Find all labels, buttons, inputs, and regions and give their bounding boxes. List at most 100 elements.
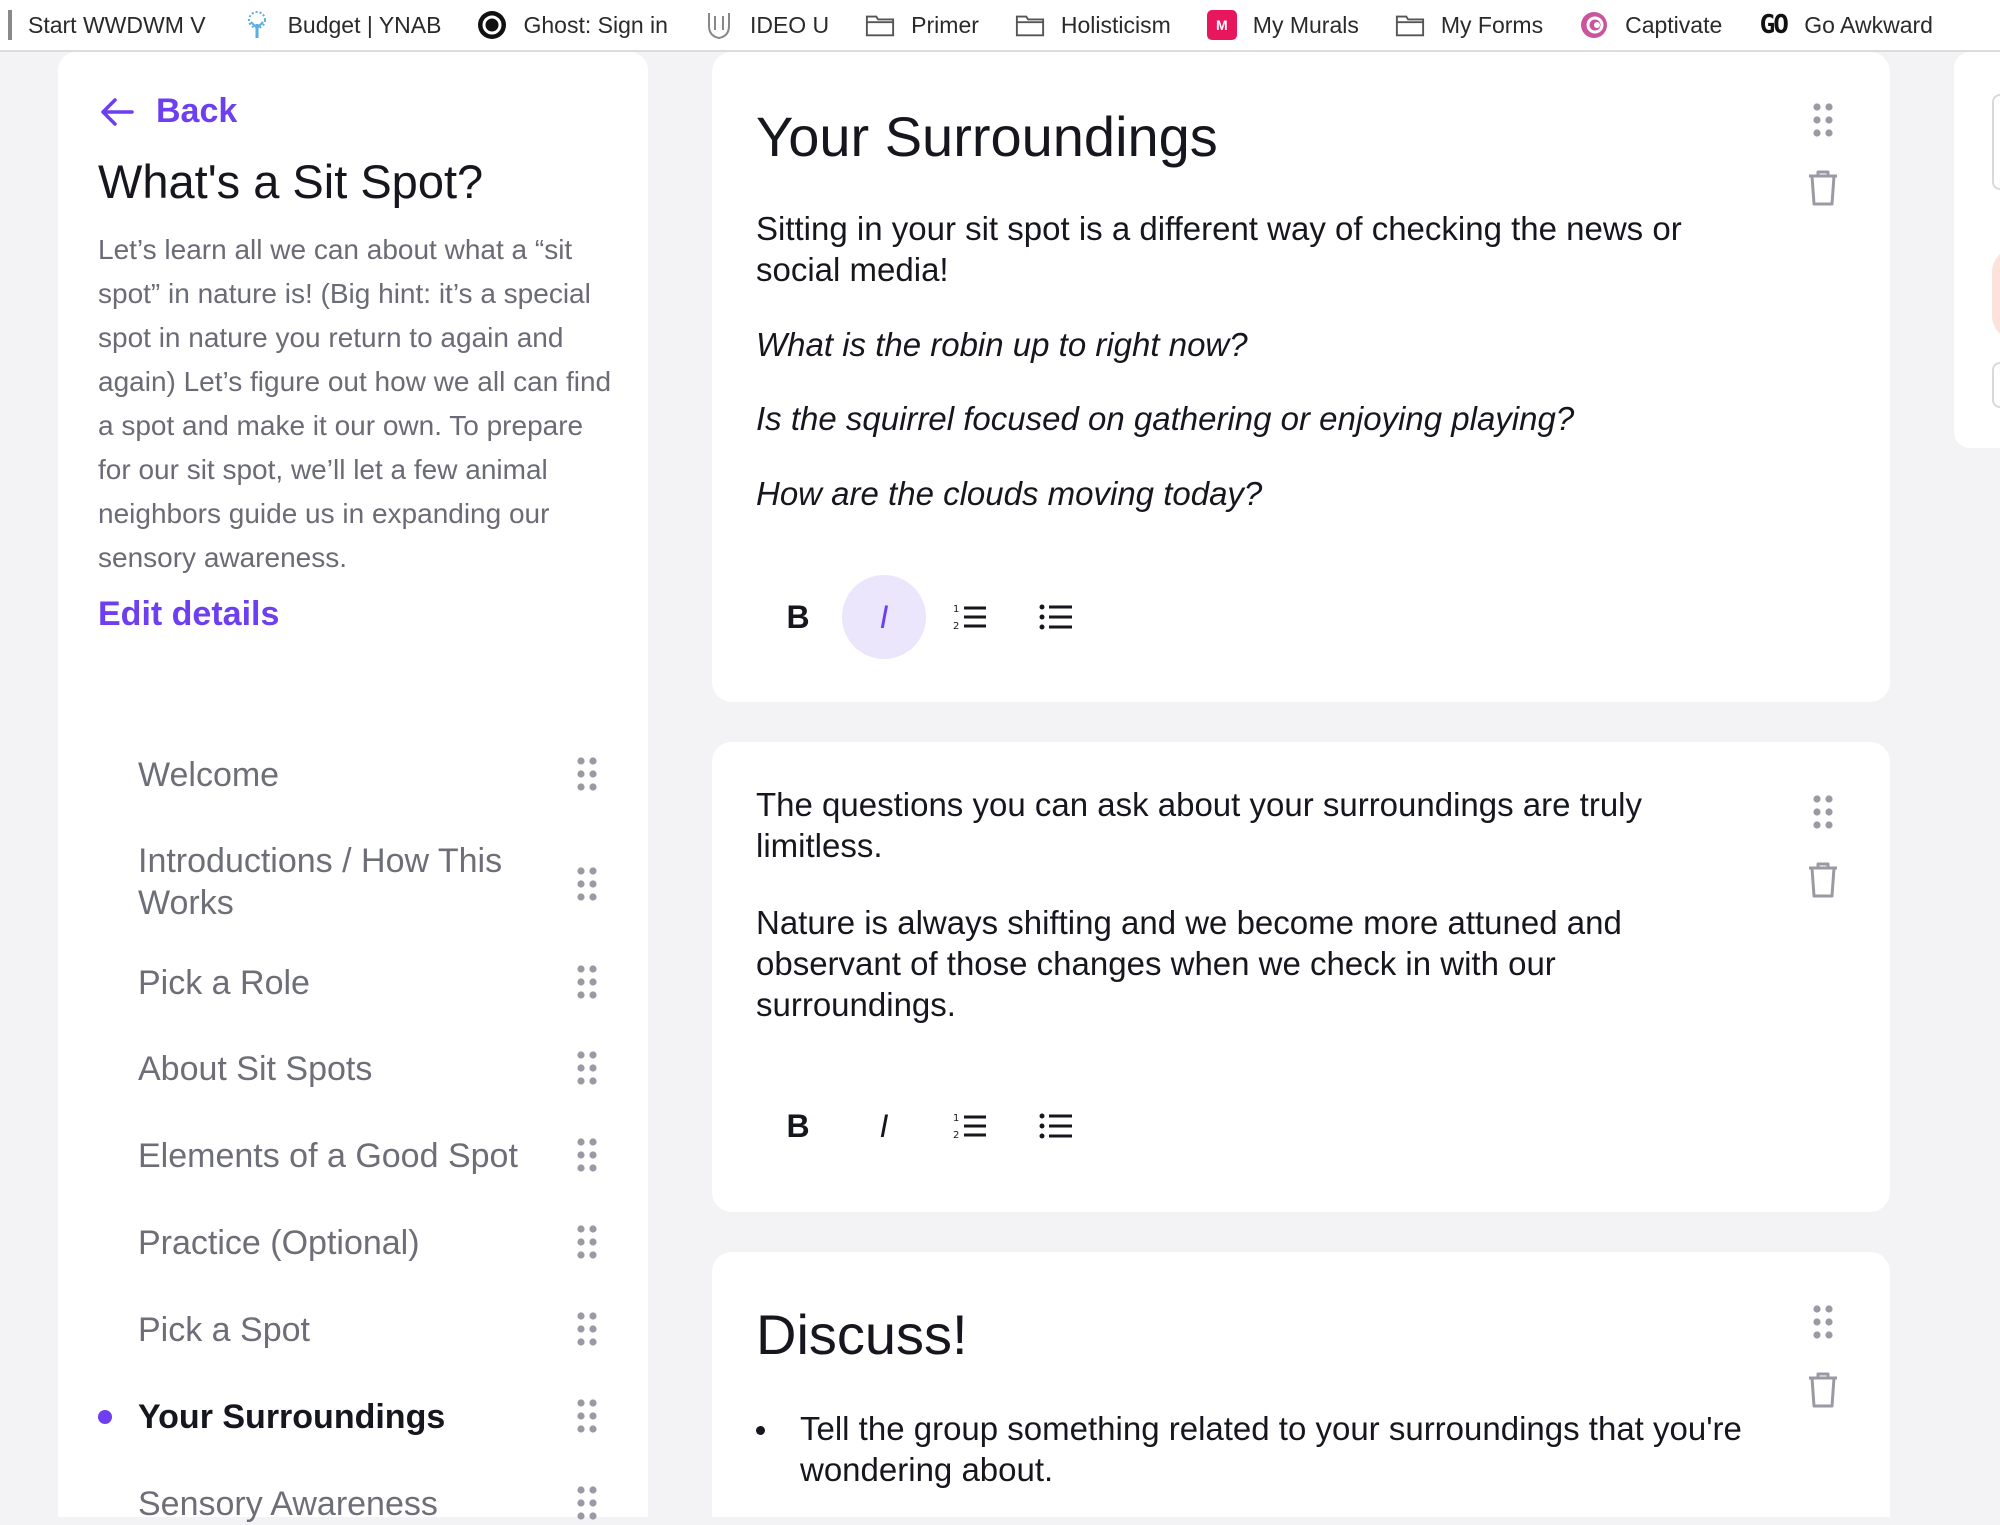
bookmark-label: Holisticism [1060,11,1171,38]
drag-handle-icon[interactable] [1812,794,1834,830]
bookmark-go-awkward[interactable]: GO Go Awkward [1758,10,1933,40]
drag-handle-icon[interactable] [576,1311,598,1347]
sidebar-item-label: Welcome [138,756,280,794]
card-question: What is the robin up to right now? [756,326,1248,363]
captivate-icon [1579,10,1609,40]
bullet-text: Tell the group something related to your… [800,1410,1742,1488]
drag-handle-icon[interactable] [576,1137,598,1173]
content-card-discuss[interactable]: Discuss! Tell the group something relate… [712,1252,1890,1517]
formatting-toolbar: B I 12 [756,1084,1100,1168]
bookmark-primer[interactable]: Primer [865,10,979,40]
drag-handle-icon[interactable] [576,756,598,792]
bookmark-label: My Forms [1440,11,1544,38]
active-indicator-dot [98,1410,112,1424]
bookmark-ideo-u[interactable]: IDEO U [704,10,829,40]
panel-tab[interactable] [1992,362,2000,408]
content-card-your-surroundings[interactable]: Your Surroundings Sitting in your sit sp… [712,52,1890,702]
bookmark-ghost[interactable]: Ghost: Sign in [477,10,668,40]
bookmark-label: Ghost: Sign in [523,11,668,38]
bold-button[interactable]: B [756,575,840,659]
formatting-toolbar: B I 12 [756,575,1100,659]
bullet-list-icon [1039,604,1072,630]
drag-handle-icon[interactable] [1812,102,1834,138]
avatar[interactable] [1992,248,2000,340]
drag-handle-icon[interactable] [576,1050,598,1086]
tree-icon [242,10,272,40]
mural-icon-text: M [1215,17,1228,33]
ordered-list-button[interactable]: 12 [928,1084,1012,1168]
drag-handle-icon[interactable] [576,1485,598,1521]
bullet-dot [756,1426,765,1435]
bookmark-label: Go Awkward [1804,11,1933,38]
bold-label: B [786,1107,810,1144]
bullet-list-button[interactable] [1014,575,1098,659]
bookmark-label: IDEO U [749,11,830,38]
svg-text:2: 2 [953,621,959,632]
back-link[interactable]: Back [100,92,237,131]
sidebar-item-label: Practice (Optional) [138,1224,420,1262]
ghost-icon [477,10,507,40]
italic-label: I [879,598,889,635]
arrow-left-icon [101,97,134,126]
italic-button[interactable]: I [842,575,926,659]
bookmark-label: Primer [911,11,979,38]
sidebar-title: What's a Sit Spot? [98,155,484,208]
sidebar-item-label: Sensory Awareness [138,1485,438,1523]
bullet-list-icon [1039,1113,1072,1139]
drag-handle-icon[interactable] [1812,1304,1834,1340]
drag-handle-icon[interactable] [576,1398,598,1434]
card-heading: Discuss! [756,1303,968,1366]
card-paragraph: The questions you can ask about your sur… [756,786,1643,864]
bookmark-start-wwdwm[interactable]: Start WWDWM V [8,10,206,40]
sidebar-item-label: Pick a Role [138,964,310,1002]
card-question: How are the clouds moving today? [756,475,1263,512]
bookmark-label: My Murals [1252,11,1359,38]
bookmark-my-murals[interactable]: M My Murals [1206,10,1359,40]
edit-details-link[interactable]: Edit details [98,595,279,634]
ordered-list-icon: 12 [953,1113,986,1141]
folder-icon [1015,10,1045,40]
bookmarks-bar: Start WWDWM V Budget | YNAB Ghost: Sign … [0,0,2000,52]
italic-label: I [879,1107,889,1144]
go-icon-text: GO [1759,10,1789,40]
card-question: Is the squirrel focused on gathering or … [756,400,1575,437]
card-paragraph: Nature is always shifting and we become … [756,904,1622,1023]
panel-tab[interactable] [1992,94,2000,190]
sidebar-item-label: Introductions / How This Works [138,842,503,922]
svg-text:1: 1 [953,604,959,615]
ordered-list-button[interactable]: 12 [928,575,1012,659]
drag-handle-icon[interactable] [576,1224,598,1260]
trash-icon[interactable] [1806,860,1840,900]
svg-text:1: 1 [953,1113,959,1124]
ordered-list-icon: 12 [953,604,986,632]
trash-icon[interactable] [1806,168,1840,208]
drag-handle-icon[interactable] [576,866,598,902]
bookmark-label: Budget | YNAB [287,11,442,38]
bold-label: B [786,598,810,635]
go-icon: GO [1758,10,1789,40]
bookmark-captivate[interactable]: Captivate [1579,10,1722,40]
bookmark-my-forms[interactable]: My Forms [1395,10,1543,40]
folder-icon [865,10,895,40]
bookmark-edge-icon [8,10,12,40]
bookmark-budget-ynab[interactable]: Budget | YNAB [242,10,442,40]
drag-handle-icon[interactable] [576,964,598,1000]
svg-text:2: 2 [953,1130,959,1141]
sidebar-item-label: Your Surroundings [138,1398,446,1436]
sidebar-item-label: About Sit Spots [138,1050,373,1088]
card-paragraph: Sitting in your sit spot is a different … [756,210,1682,288]
sidebar-description: Let’s learn all we can about what a “sit… [98,234,612,573]
sidebar-item-label: Elements of a Good Spot [138,1137,518,1175]
mural-icon: M [1206,10,1237,40]
bookmark-label: Start WWDWM V [28,11,206,38]
folder-icon [1395,10,1425,40]
bookmark-label: Captivate [1625,11,1723,38]
back-label: Back [156,92,238,130]
sidebar-item-label: Pick a Spot [138,1311,310,1349]
italic-button[interactable]: I [842,1084,926,1168]
bold-button[interactable]: B [756,1084,840,1168]
bullet-list-button[interactable] [1014,1084,1098,1168]
bookmark-holisticism[interactable]: Holisticism [1015,10,1171,40]
content-card-questions[interactable]: The questions you can ask about your sur… [712,742,1890,1212]
trash-icon[interactable] [1806,1370,1840,1410]
